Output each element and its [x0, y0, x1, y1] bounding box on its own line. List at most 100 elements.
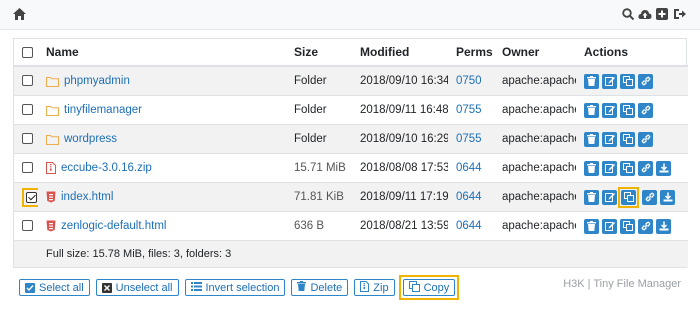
perms-cell: 0750	[448, 65, 494, 96]
table-row: eccube-3.0.16.zip 15.71 MiB 2018/08/08 17:…	[14, 153, 688, 183]
download-icon	[659, 163, 669, 173]
rename-button[interactable]	[602, 218, 617, 234]
perms-cell: 0644	[448, 211, 494, 241]
checkbox-cell	[14, 182, 38, 212]
x-square-icon	[101, 282, 112, 293]
bulk-actions-bar: Select all Unselect all Invert selection…	[19, 275, 460, 300]
trash-icon	[587, 192, 596, 202]
link-button[interactable]	[638, 131, 653, 147]
rename-icon	[604, 134, 615, 144]
trash-button[interactable]	[584, 73, 599, 89]
table-row: tinyfilemanager Folder 2018/09/11 16:48 075…	[14, 95, 688, 125]
rename-button[interactable]	[602, 102, 617, 118]
file-name-link[interactable]: zenlogic-default.html	[61, 220, 166, 232]
trash-button[interactable]	[584, 160, 599, 176]
file-name-link[interactable]: eccube-3.0.16.zip	[61, 162, 152, 174]
trash-button[interactable]	[584, 131, 599, 147]
copy-button[interactable]: Copy	[402, 279, 456, 296]
copy-icon	[622, 76, 633, 86]
file-table-container: Name Size Modified Perms Owner Actions p…	[13, 38, 688, 268]
plus-square-icon[interactable]	[655, 7, 669, 21]
row-checkbox[interactable]	[22, 104, 33, 116]
link-button[interactable]	[638, 102, 653, 118]
perms-link[interactable]: 0750	[456, 75, 482, 87]
download-button[interactable]	[656, 218, 671, 234]
link-button[interactable]	[638, 160, 653, 176]
unselect-all-button[interactable]: Unselect all	[95, 279, 179, 296]
search-icon[interactable]	[621, 7, 635, 21]
name-cell: eccube-3.0.16.zip	[38, 153, 286, 183]
perms-link[interactable]: 0644	[456, 191, 482, 203]
copy-button[interactable]	[620, 160, 635, 176]
link-button[interactable]	[642, 189, 657, 205]
rename-button[interactable]	[602, 189, 617, 205]
download-button[interactable]	[656, 160, 671, 176]
link-icon	[641, 221, 651, 231]
column-header-owner[interactable]: Owner	[494, 39, 576, 67]
copy-button[interactable]	[620, 102, 635, 118]
perms-link[interactable]: 0755	[456, 104, 482, 116]
rename-button[interactable]	[602, 73, 617, 89]
top-navbar	[0, 0, 700, 30]
trash-icon	[587, 163, 596, 173]
link-button[interactable]	[638, 73, 653, 89]
cloud-upload-icon[interactable]	[638, 7, 652, 21]
unselect-all-label: Unselect all	[115, 281, 173, 294]
perms-link[interactable]: 0644	[456, 220, 482, 232]
owner-cell: apache:apache	[494, 211, 576, 241]
row-checkbox[interactable]	[22, 133, 33, 145]
column-header-actions: Actions	[576, 39, 688, 67]
trash-button[interactable]	[584, 218, 599, 234]
perms-link[interactable]: 0644	[456, 162, 482, 174]
rename-icon	[604, 76, 615, 86]
rename-button[interactable]	[602, 131, 617, 147]
delete-button[interactable]: Delete	[291, 279, 349, 296]
column-header-modified[interactable]: Modified	[352, 39, 448, 67]
table-row: zenlogic-default.html 636 B 2018/08/21 13:…	[14, 211, 688, 241]
select-all-checkbox-header[interactable]	[14, 39, 38, 67]
file-name-link[interactable]: index.html	[61, 191, 113, 203]
copy-button[interactable]	[620, 131, 635, 147]
home-icon[interactable]	[13, 8, 26, 23]
column-header-name[interactable]: Name	[38, 39, 286, 67]
trash-button[interactable]	[584, 189, 599, 205]
checkbox-cell	[14, 153, 38, 183]
zip-button[interactable]: Zip	[354, 279, 395, 296]
row-checkbox[interactable]	[26, 191, 37, 203]
row-checkbox[interactable]	[22, 220, 33, 232]
download-button[interactable]	[660, 189, 675, 205]
invert-selection-label: Invert selection	[205, 281, 280, 294]
file-name-link[interactable]: wordpress	[64, 133, 117, 145]
delete-label: Delete	[310, 281, 343, 294]
file-name-link[interactable]: phpmyadmin	[64, 75, 130, 87]
link-icon	[641, 163, 651, 173]
copy-icon	[623, 192, 634, 202]
table-row: wordpress Folder 2018/09/10 16:29 0755 apach…	[14, 124, 688, 154]
column-header-size[interactable]: Size	[286, 39, 352, 67]
copy-button[interactable]	[620, 73, 635, 89]
name-cell: index.html	[38, 182, 286, 212]
copy-label: Copy	[423, 281, 450, 294]
file-name-link[interactable]: tinyfilemanager	[64, 104, 142, 116]
select-all-button[interactable]: Select all	[19, 279, 90, 296]
modified-cell: 2018/09/10 16:29	[352, 124, 448, 154]
checkbox[interactable]	[22, 47, 33, 59]
sign-out-icon[interactable]	[672, 7, 686, 21]
perms-link[interactable]: 0755	[456, 133, 482, 145]
trash-button[interactable]	[584, 102, 599, 118]
size-cell: Folder	[286, 65, 352, 96]
row-checkbox[interactable]	[22, 75, 33, 87]
checkbox-cell	[14, 65, 38, 96]
column-header-perms[interactable]: Perms	[448, 39, 494, 67]
invert-selection-button[interactable]: Invert selection	[184, 279, 286, 296]
modified-cell: 2018/08/21 13:59	[352, 211, 448, 241]
link-button[interactable]	[638, 218, 653, 234]
copy-button[interactable]	[620, 218, 635, 234]
rename-button[interactable]	[602, 160, 617, 176]
row-checkbox[interactable]	[22, 162, 33, 174]
owner-cell: apache:apache	[494, 65, 576, 96]
folder-icon	[46, 134, 59, 145]
rename-icon	[604, 163, 615, 173]
size-cell: 15.71 MiB	[286, 153, 352, 183]
copy-button[interactable]	[621, 189, 636, 205]
